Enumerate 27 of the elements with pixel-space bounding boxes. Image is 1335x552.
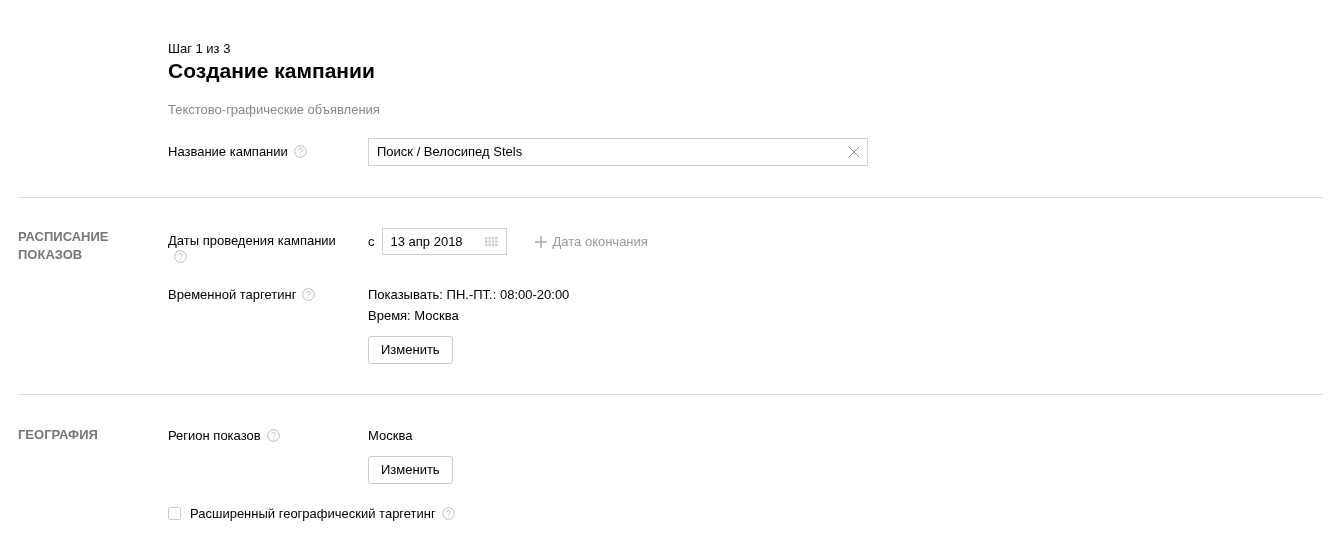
help-icon[interactable] <box>266 429 280 442</box>
clear-icon <box>849 147 859 157</box>
checkbox-label: Расширенный географический таргетинг <box>190 505 436 523</box>
checkbox[interactable] <box>168 507 181 521</box>
value-text: Время: Москва <box>368 307 459 325</box>
change-button[interactable]: Изменить <box>368 456 453 484</box>
from-label: с <box>368 232 375 251</box>
plus-icon <box>534 235 547 248</box>
field-label: Временной таргетинг <box>168 287 297 302</box>
campaign-name-field[interactable]: Поиск / Велосипед Stels <box>368 138 868 166</box>
date-field[interactable]: 13 апр 2018 <box>381 228 507 255</box>
help-icon[interactable] <box>293 145 307 159</box>
help-icon[interactable] <box>174 250 187 263</box>
help-icon[interactable] <box>441 507 455 521</box>
calendar-icon <box>484 236 498 247</box>
step-indicator: Шаг 1 из 3 <box>168 41 232 57</box>
section-title: ГЕОГРАФИЯ <box>18 426 99 444</box>
field-label: Название кампании <box>168 144 288 160</box>
change-button[interactable]: Изменить <box>368 336 453 364</box>
value-text: Москва <box>368 427 413 445</box>
value-text: Показывать: ПН.-ПТ.: 08:00-20:00 <box>368 286 570 304</box>
section-title: РАСПИСАНИЕ ПОКАЗОВ <box>18 228 110 264</box>
field-label: Даты проведения кампании <box>168 233 336 248</box>
page-title: Создание кампании <box>168 58 376 84</box>
help-icon[interactable] <box>302 288 316 301</box>
page-subtitle: Текстово-графические объявления <box>168 102 381 118</box>
field-label: Регион показов <box>168 428 261 443</box>
